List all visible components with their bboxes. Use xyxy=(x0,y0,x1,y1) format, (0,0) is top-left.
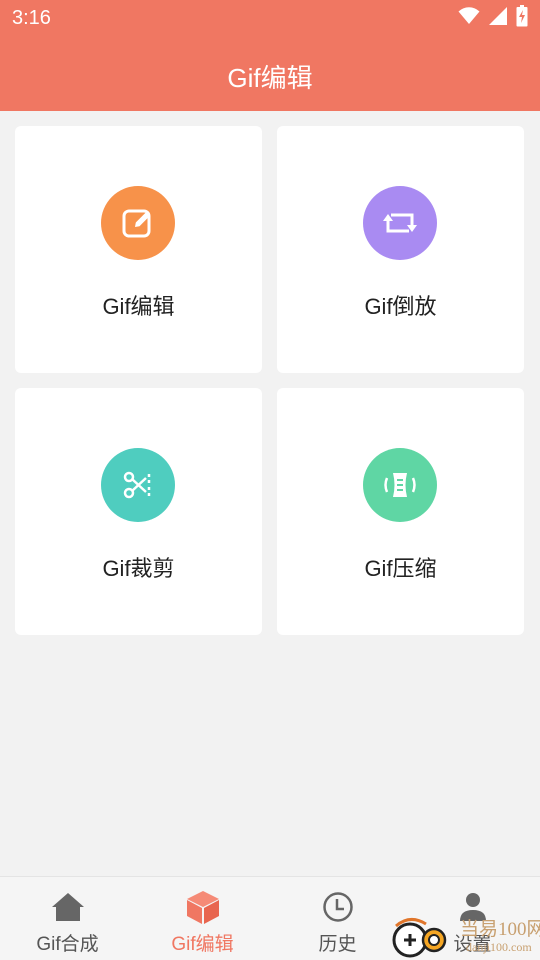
nav-label: 历史 xyxy=(318,934,357,955)
app-header: 3:16 Gif编辑 xyxy=(0,0,540,111)
card-label: Gif倒放 xyxy=(364,294,437,319)
watermark: 当易100网 danji100.com xyxy=(390,912,540,960)
page-title: Gif编辑 xyxy=(227,63,313,93)
card-label: Gif压缩 xyxy=(364,556,437,581)
scissors-icon xyxy=(101,448,175,522)
card-label: Gif编辑 xyxy=(102,294,175,319)
status-icons xyxy=(458,4,528,32)
edit-icon xyxy=(101,186,175,260)
compress-icon xyxy=(363,448,437,522)
status-bar: 3:16 xyxy=(0,0,540,36)
nav-label: Gif编辑 xyxy=(171,934,234,955)
nav-item-gif-edit[interactable]: Gif编辑 xyxy=(135,877,270,960)
reverse-icon xyxy=(363,186,437,260)
watermark-text: 当易100网 xyxy=(460,919,540,940)
clock-icon xyxy=(320,889,356,925)
watermark-logo-icon xyxy=(392,918,447,958)
gif-compress-card[interactable]: Gif压缩 xyxy=(277,388,524,635)
nav-item-gif-compose[interactable]: Gif合成 xyxy=(0,877,135,960)
nav-label: Gif合成 xyxy=(36,934,99,955)
nav-item-history[interactable]: 历史 xyxy=(270,877,405,960)
battery-icon xyxy=(516,4,528,32)
gif-reverse-card[interactable]: Gif倒放 xyxy=(277,126,524,373)
watermark-url: danji100.com xyxy=(466,940,532,954)
signal-icon xyxy=(488,6,508,31)
home-icon xyxy=(50,889,86,925)
cube-icon xyxy=(185,889,221,925)
card-label: Gif裁剪 xyxy=(102,556,175,581)
gif-edit-card[interactable]: Gif编辑 xyxy=(15,126,262,373)
gif-crop-card[interactable]: Gif裁剪 xyxy=(15,388,262,635)
status-time: 3:16 xyxy=(12,7,51,29)
wifi-icon xyxy=(458,6,480,30)
